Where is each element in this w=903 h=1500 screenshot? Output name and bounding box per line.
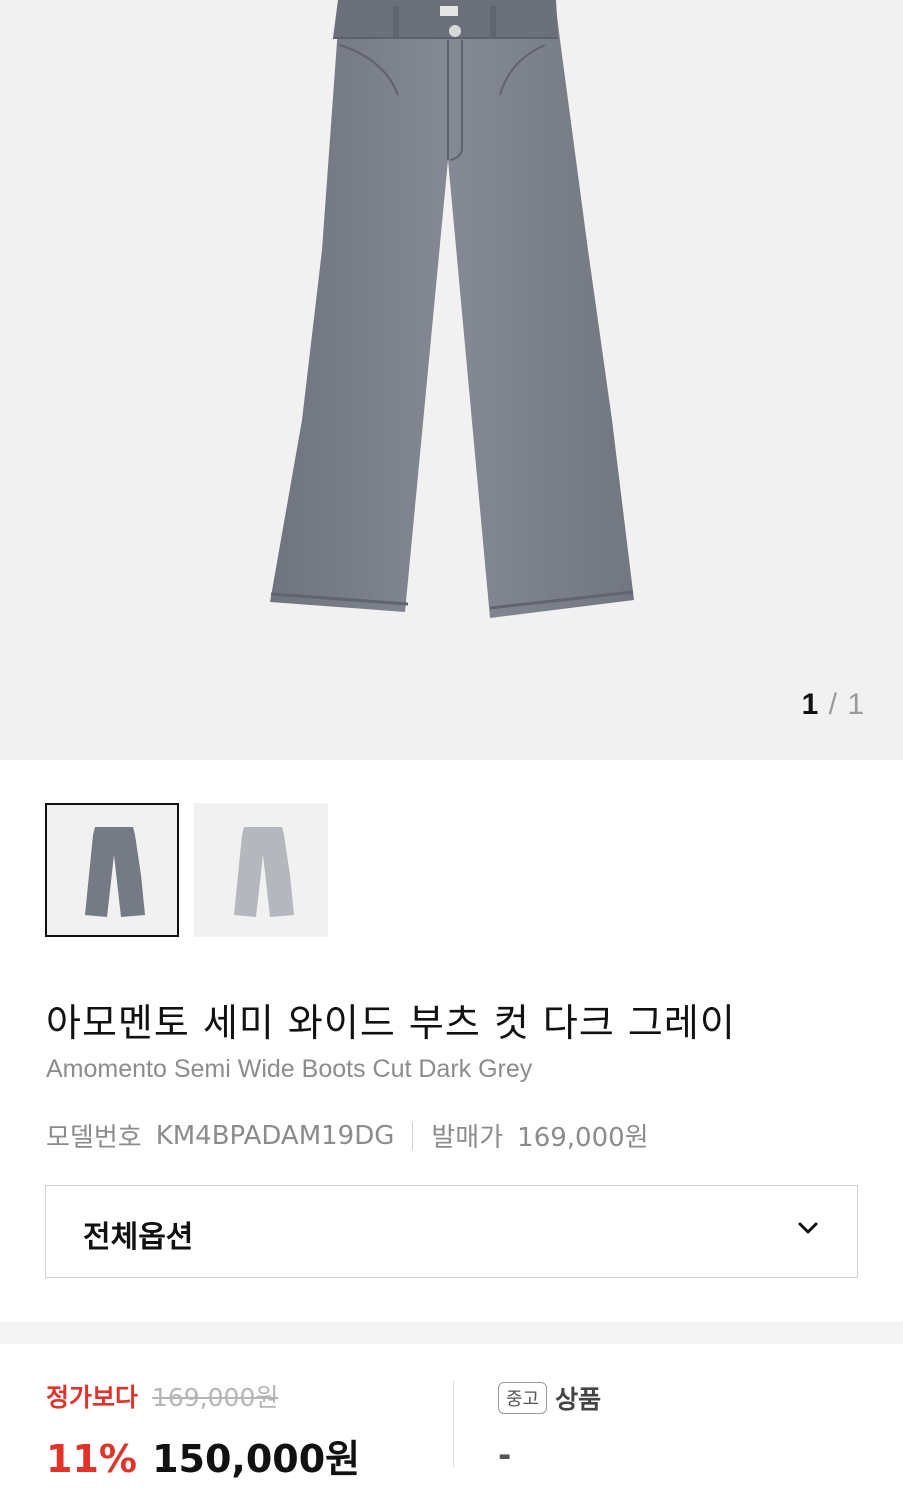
total-pages: 1 <box>847 688 865 721</box>
pager-separator: / <box>828 688 838 721</box>
discount-percent: 11% <box>46 1437 137 1481</box>
option-select[interactable]: 전체옵션 <box>45 1185 858 1278</box>
original-price: 169,000원 <box>151 1383 279 1412</box>
model-number-label: 모델번호 <box>46 1123 142 1153</box>
used-product-price: - <box>498 1436 512 1474</box>
used-product-header: 중고 상품 <box>498 1380 601 1416</box>
price-divider <box>453 1380 454 1468</box>
jeans-image <box>270 0 634 618</box>
product-image-gallery[interactable]: 1 / 1 <box>0 0 903 760</box>
model-number-value: KM4BPADAM19DG <box>155 1120 395 1151</box>
thumbnail-jeans-image <box>234 827 294 917</box>
meta-divider <box>412 1121 414 1150</box>
used-product-label: 상품 <box>555 1385 602 1414</box>
current-page: 1 <box>801 688 820 721</box>
product-title-english: Amomento Semi Wide Boots Cut Dark Grey <box>46 1055 533 1083</box>
section-divider <box>0 1322 903 1344</box>
compare-price-line: 정가보다 169,000원 <box>46 1378 360 1414</box>
image-pager: 1 / 1 <box>802 688 865 722</box>
thumbnail-light-grey[interactable] <box>194 803 328 937</box>
product-title-korean: 아모멘토 세미 와이드 부츠 컷 다크 그레이 <box>46 1001 736 1045</box>
compare-label: 정가보다 <box>46 1383 139 1412</box>
product-meta: 모델번호 KM4BPADAM19DG 발매가 169,000원 <box>46 1117 649 1154</box>
used-badge: 중고 <box>498 1382 548 1414</box>
thumbnail-jeans-image <box>85 827 145 917</box>
thumbnail-dark-grey[interactable] <box>45 803 179 937</box>
chevron-down-icon <box>798 1222 818 1234</box>
used-product-section: 중고 상품 - <box>498 1380 601 1474</box>
release-price-label: 발매가 <box>431 1123 504 1153</box>
sale-price-line: 11% 150,000원 <box>46 1428 360 1483</box>
sale-price: 150,000원 <box>152 1437 361 1481</box>
option-select-label: 전체옵션 <box>83 1220 194 1255</box>
release-price-value: 169,000원 <box>517 1123 649 1153</box>
price-section: 정가보다 169,000원 11% 150,000원 <box>46 1378 360 1483</box>
